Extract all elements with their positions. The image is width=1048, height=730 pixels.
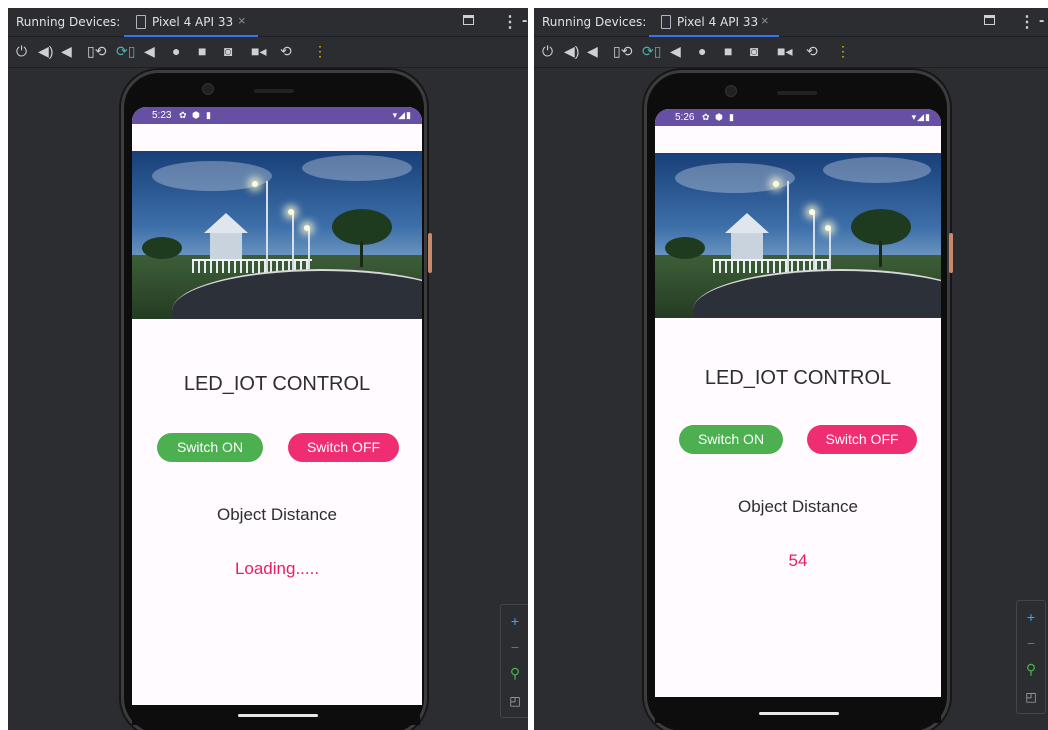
status-time: 5:26 bbox=[675, 112, 695, 123]
zoom-actual-icon[interactable]: ⚲ bbox=[501, 665, 528, 681]
power-icon[interactable]: ⏻ bbox=[542, 43, 553, 59]
zoom-fit-icon[interactable]: ◰ bbox=[1017, 689, 1045, 705]
app-screen: 5:26 ✿ ⬢ ▮ ▾◢▮ LED_IOT CONTROL Switch ON… bbox=[655, 109, 941, 697]
phone-frame: 5:26 ✿ ⬢ ▮ ▾◢▮ LED_IOT CONTROL Switch ON… bbox=[644, 70, 953, 730]
zoom-in-button[interactable]: + bbox=[501, 613, 528, 629]
object-distance-value: Loading..... bbox=[234, 559, 320, 578]
overview-icon[interactable]: ■ bbox=[724, 43, 732, 59]
zoom-controls: + − ⚲ ◰ bbox=[500, 604, 528, 718]
window-layout-icon[interactable] bbox=[463, 15, 474, 25]
close-icon[interactable]: × bbox=[238, 13, 246, 28]
screen-record-icon[interactable]: ■◂ bbox=[777, 43, 792, 59]
camera-icon bbox=[202, 83, 214, 95]
tab-bar: Running Devices: Pixel 4 API 33 × ⋮ - bbox=[8, 8, 528, 37]
rotate-left-icon[interactable]: ▯⟲ bbox=[87, 43, 106, 59]
overview-icon[interactable]: ■ bbox=[198, 43, 206, 59]
home-gesture-pill[interactable] bbox=[238, 714, 318, 717]
snapshot-icon[interactable]: ⟲ bbox=[806, 43, 818, 59]
signal-battery-icon: ▾◢▮ bbox=[911, 112, 931, 122]
more-vertical-icon[interactable]: ⋮ bbox=[313, 43, 327, 59]
home-gesture-pill[interactable] bbox=[759, 712, 839, 715]
zoom-in-button[interactable]: + bbox=[1017, 609, 1045, 625]
street-lights-image bbox=[132, 151, 422, 319]
zoom-controls: + − ⚲ ◰ bbox=[1016, 600, 1046, 714]
window-layout-icon[interactable] bbox=[984, 15, 995, 25]
rotate-right-icon[interactable]: ⟳▯ bbox=[642, 43, 661, 59]
minimize-icon[interactable]: - bbox=[522, 12, 527, 30]
running-devices-label: Running Devices: bbox=[542, 15, 647, 29]
tab-title: Pixel 4 API 33 bbox=[677, 15, 759, 29]
object-distance-value: 54 bbox=[788, 551, 808, 570]
street-lights-image bbox=[655, 153, 941, 318]
shield-icon: ⬢ bbox=[715, 112, 723, 122]
status-bar: 5:23 ✿ ⬢ ▮ ▾◢▮ bbox=[132, 107, 422, 124]
home-icon[interactable]: ● bbox=[698, 43, 706, 59]
speaker-grille bbox=[777, 91, 817, 95]
device-viewport: 5:26 ✿ ⬢ ▮ ▾◢▮ LED_IOT CONTROL Switch ON… bbox=[534, 68, 1048, 730]
screenshot-icon[interactable]: ◙ bbox=[750, 43, 758, 59]
zoom-out-button[interactable]: − bbox=[501, 639, 528, 655]
object-distance-label: Object Distance bbox=[217, 505, 337, 524]
device-icon bbox=[136, 15, 146, 29]
sd-card-icon: ▮ bbox=[206, 110, 211, 120]
status-bar: 5:26 ✿ ⬢ ▮ ▾◢▮ bbox=[655, 109, 941, 126]
sd-card-icon: ▮ bbox=[729, 112, 734, 122]
power-button[interactable] bbox=[949, 233, 953, 273]
volume-down-icon[interactable]: ◀ bbox=[587, 43, 598, 59]
rotate-right-icon[interactable]: ⟳▯ bbox=[116, 43, 135, 59]
app-title: LED_IOT CONTROL bbox=[183, 373, 371, 395]
volume-up-icon[interactable]: ◀) bbox=[38, 43, 53, 59]
more-vertical-icon[interactable]: ⋮ bbox=[836, 43, 850, 59]
rotate-left-icon[interactable]: ▯⟲ bbox=[613, 43, 632, 59]
close-icon[interactable]: × bbox=[761, 13, 769, 28]
back-icon[interactable]: ◀ bbox=[144, 43, 155, 59]
app-screen: 5:23 ✿ ⬢ ▮ ▾◢▮ LED_IOT CONTROL Switch ON… bbox=[132, 107, 422, 705]
nav-bar bbox=[132, 707, 420, 725]
screenshot-icon[interactable]: ◙ bbox=[224, 43, 232, 59]
signal-battery-icon: ▾◢▮ bbox=[392, 110, 412, 120]
phone-frame: 5:23 ✿ ⬢ ▮ ▾◢▮ LED_IOT CONTROL Switch ON… bbox=[121, 70, 432, 730]
app-title: LED_IOT CONTROL bbox=[704, 367, 892, 389]
zoom-fit-icon[interactable]: ◰ bbox=[501, 693, 528, 709]
tab-pixel-4-api-33[interactable]: Pixel 4 API 33 × bbox=[124, 8, 258, 37]
tab-bar: Running Devices: Pixel 4 API 33 × ⋮ - bbox=[534, 8, 1048, 37]
device-panel-right: Running Devices: Pixel 4 API 33 × ⋮ - ⏻ … bbox=[534, 8, 1048, 730]
home-icon[interactable]: ● bbox=[172, 43, 180, 59]
zoom-actual-icon[interactable]: ⚲ bbox=[1017, 661, 1045, 677]
emulator-toolbar: ⏻ ◀) ◀ ▯⟲ ⟳▯ ◀ ● ■ ◙ ■◂ ⟲ ⋮ bbox=[534, 37, 1048, 68]
tab-title: Pixel 4 API 33 bbox=[152, 15, 234, 29]
zoom-out-button[interactable]: − bbox=[1017, 635, 1045, 651]
power-button[interactable] bbox=[428, 233, 432, 273]
screen-record-icon[interactable]: ■◂ bbox=[251, 43, 266, 59]
power-icon[interactable]: ⏻ bbox=[16, 43, 27, 59]
more-vertical-icon[interactable]: ⋮ bbox=[502, 12, 518, 32]
device-viewport: 5:23 ✿ ⬢ ▮ ▾◢▮ LED_IOT CONTROL Switch ON… bbox=[8, 68, 528, 730]
speaker-grille bbox=[254, 89, 294, 93]
device-panel-left: Running Devices: Pixel 4 API 33 × ⋮ - ⏻ … bbox=[8, 8, 528, 730]
more-vertical-icon[interactable]: ⋮ bbox=[1019, 12, 1035, 32]
snapshot-icon[interactable]: ⟲ bbox=[280, 43, 292, 59]
running-devices-label: Running Devices: bbox=[16, 15, 121, 29]
emulator-toolbar: ⏻ ◀) ◀ ▯⟲ ⟳▯ ◀ ● ■ ◙ ■◂ ⟲ ⋮ bbox=[8, 37, 528, 68]
camera-icon bbox=[725, 85, 737, 97]
tab-pixel-4-api-33[interactable]: Pixel 4 API 33 × bbox=[649, 8, 779, 37]
volume-up-icon[interactable]: ◀) bbox=[564, 43, 579, 59]
switch-on-button[interactable]: Switch ON bbox=[157, 433, 263, 462]
back-icon[interactable]: ◀ bbox=[670, 43, 681, 59]
switch-off-button[interactable]: Switch OFF bbox=[288, 433, 399, 462]
settings-icon: ✿ bbox=[702, 112, 710, 122]
status-time: 5:23 bbox=[152, 110, 172, 121]
nav-bar bbox=[655, 705, 941, 723]
object-distance-label: Object Distance bbox=[738, 497, 858, 516]
device-icon bbox=[661, 15, 671, 29]
settings-icon: ✿ bbox=[179, 110, 187, 120]
shield-icon: ⬢ bbox=[192, 110, 200, 120]
switch-off-button[interactable]: Switch OFF bbox=[807, 425, 917, 454]
minimize-icon[interactable]: - bbox=[1039, 12, 1044, 30]
switch-on-button[interactable]: Switch ON bbox=[679, 425, 783, 454]
volume-down-icon[interactable]: ◀ bbox=[61, 43, 72, 59]
